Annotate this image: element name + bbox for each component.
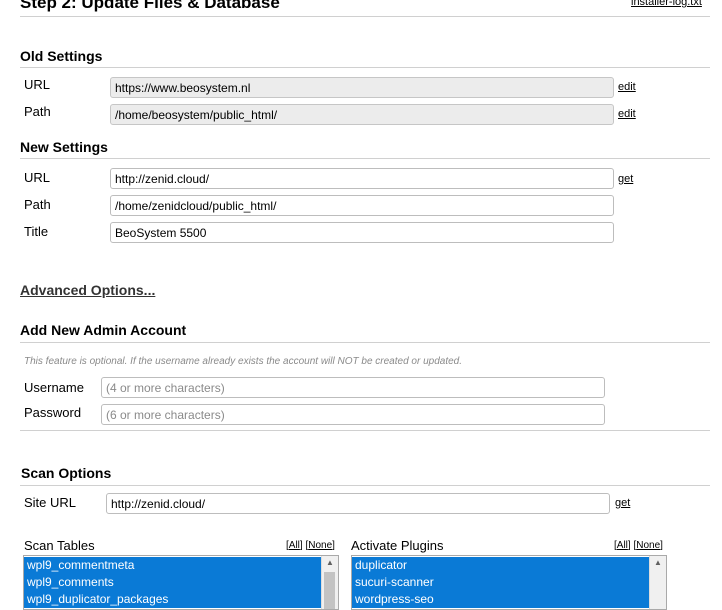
page-title: Step 2: Update Files & Database [20,0,280,12]
admin-account-title: Add New Admin Account [20,322,187,338]
scan-tables-listbox[interactable]: wpl9_commentmeta wpl9_comments wpl9_dupl… [23,555,339,610]
scan-tables-scrollbar[interactable]: ▲ [321,556,338,609]
list-item[interactable]: duplicator [352,557,650,574]
advanced-options-toggle[interactable]: Advanced Options... [20,282,155,298]
scan-tables-all-link[interactable]: All [289,540,300,551]
plugins-scrollbar[interactable]: ▲ [649,556,666,609]
site-title-input[interactable]: BeoSystem 5500 [110,222,614,243]
scroll-up-icon[interactable]: ▲ [650,558,666,567]
old-settings-title: Old Settings [20,48,103,64]
activate-plugins-listbox[interactable]: duplicator sucuri-scanner wordpress-seo … [351,555,667,610]
divider [20,342,710,343]
site-url-label: Site URL [24,495,77,510]
new-path-input[interactable]: /home/zenidcloud/public_html/ [110,195,614,216]
password-label: Password [24,405,82,420]
divider [20,158,710,159]
installer-page: { "header": { "title": "Step 2: Update F… [0,0,722,610]
plugins-none-link[interactable]: None [636,540,660,551]
new-path-label: Path [24,197,51,212]
installer-log-link[interactable]: installer-log.txt [631,0,702,8]
list-item[interactable]: wordpress-seo [352,591,650,608]
plugins-all-link[interactable]: All [617,540,628,551]
site-url-get-link[interactable]: get [615,497,630,509]
password-input[interactable]: (6 or more characters) [101,404,605,425]
admin-note: This feature is optional. If the usernam… [24,356,463,367]
old-path-field: /home/beosystem/public_html/ [110,104,614,125]
site-title-label: Title [24,224,49,239]
list-item[interactable]: wpl9_comments [24,574,322,591]
scan-tables-select-controls: [All] [None] [286,540,335,551]
scan-options-title: Scan Options [21,465,112,481]
new-url-label: URL [24,170,51,185]
divider [20,430,710,431]
divider [20,16,710,17]
scan-tables-none-link[interactable]: None [308,540,332,551]
old-url-edit-link[interactable]: edit [618,81,636,93]
list-item[interactable]: wpl9_commentmeta [24,557,322,574]
username-label: Username [24,380,84,395]
old-url-label: URL [24,77,51,92]
old-url-field: https://www.beosystem.nl [110,77,614,98]
list-item[interactable]: sucuri-scanner [352,574,650,591]
activate-plugins-label: Activate Plugins [351,538,444,553]
new-url-input[interactable]: http://zenid.cloud/ [110,168,614,189]
scroll-up-icon[interactable]: ▲ [322,558,338,567]
divider [20,67,710,68]
site-url-input[interactable]: http://zenid.cloud/ [106,493,610,514]
new-settings-title: New Settings [20,139,108,155]
plugins-select-controls: [All] [None] [614,540,663,551]
username-input[interactable]: (4 or more characters) [101,377,605,398]
new-url-get-link[interactable]: get [618,173,633,185]
list-item[interactable]: wpl9_duplicator_packages [24,591,322,608]
scrollbar-thumb[interactable] [324,572,335,609]
divider [20,485,710,486]
old-path-edit-link[interactable]: edit [618,108,636,120]
old-path-label: Path [24,104,51,119]
scan-tables-label: Scan Tables [24,538,95,553]
